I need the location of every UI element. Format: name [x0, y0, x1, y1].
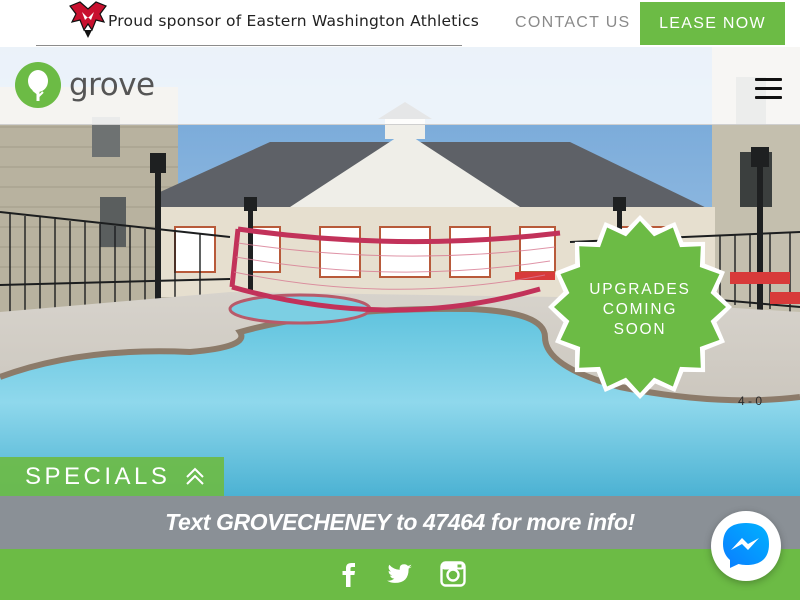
messenger-chat-button[interactable]	[711, 511, 781, 581]
badge-line: SOON	[613, 321, 667, 338]
lease-now-button[interactable]: LEASE NOW	[640, 2, 785, 45]
site-navbar: grove	[0, 47, 800, 125]
hamburger-icon[interactable]	[755, 78, 782, 100]
sponsor-text: Proud sponsor of Eastern Washington Athl…	[108, 12, 480, 30]
text-info-message: Text GROVECHENEY to 47464 for more info!	[165, 509, 635, 535]
specials-button[interactable]: SPECIALS	[0, 457, 224, 496]
instagram-icon[interactable]	[440, 561, 466, 587]
contact-us-link[interactable]: CONTACT US	[515, 14, 631, 32]
sponsor-banner[interactable]: Proud sponsor of Eastern Washington Athl…	[36, 0, 479, 46]
ewu-eagle-logo	[69, 1, 107, 38]
messenger-icon	[723, 523, 769, 568]
badge-line: COMING	[602, 301, 678, 318]
hero-banner: 4 - 0 grove UPGRADES COMING SOON SPECIAL…	[0, 47, 800, 496]
facebook-icon[interactable]	[336, 561, 362, 587]
text-info-bar: Text GROVECHENEY to 47464 for more info!	[0, 496, 800, 549]
social-footer	[0, 549, 800, 600]
upgrades-badge-text: UPGRADES COMING SOON	[546, 280, 734, 340]
twitter-icon[interactable]	[387, 561, 413, 587]
grove-logo[interactable]: grove	[14, 61, 155, 109]
specials-label: SPECIALS	[25, 462, 171, 490]
double-chevron-up-icon	[186, 467, 205, 485]
badge-line: UPGRADES	[589, 281, 691, 298]
top-bar: Proud sponsor of Eastern Washington Athl…	[0, 0, 800, 47]
svg-text:4 - 0: 4 - 0	[738, 394, 762, 408]
brand-name: grove	[69, 67, 155, 103]
tree-in-circle-icon	[15, 62, 61, 108]
